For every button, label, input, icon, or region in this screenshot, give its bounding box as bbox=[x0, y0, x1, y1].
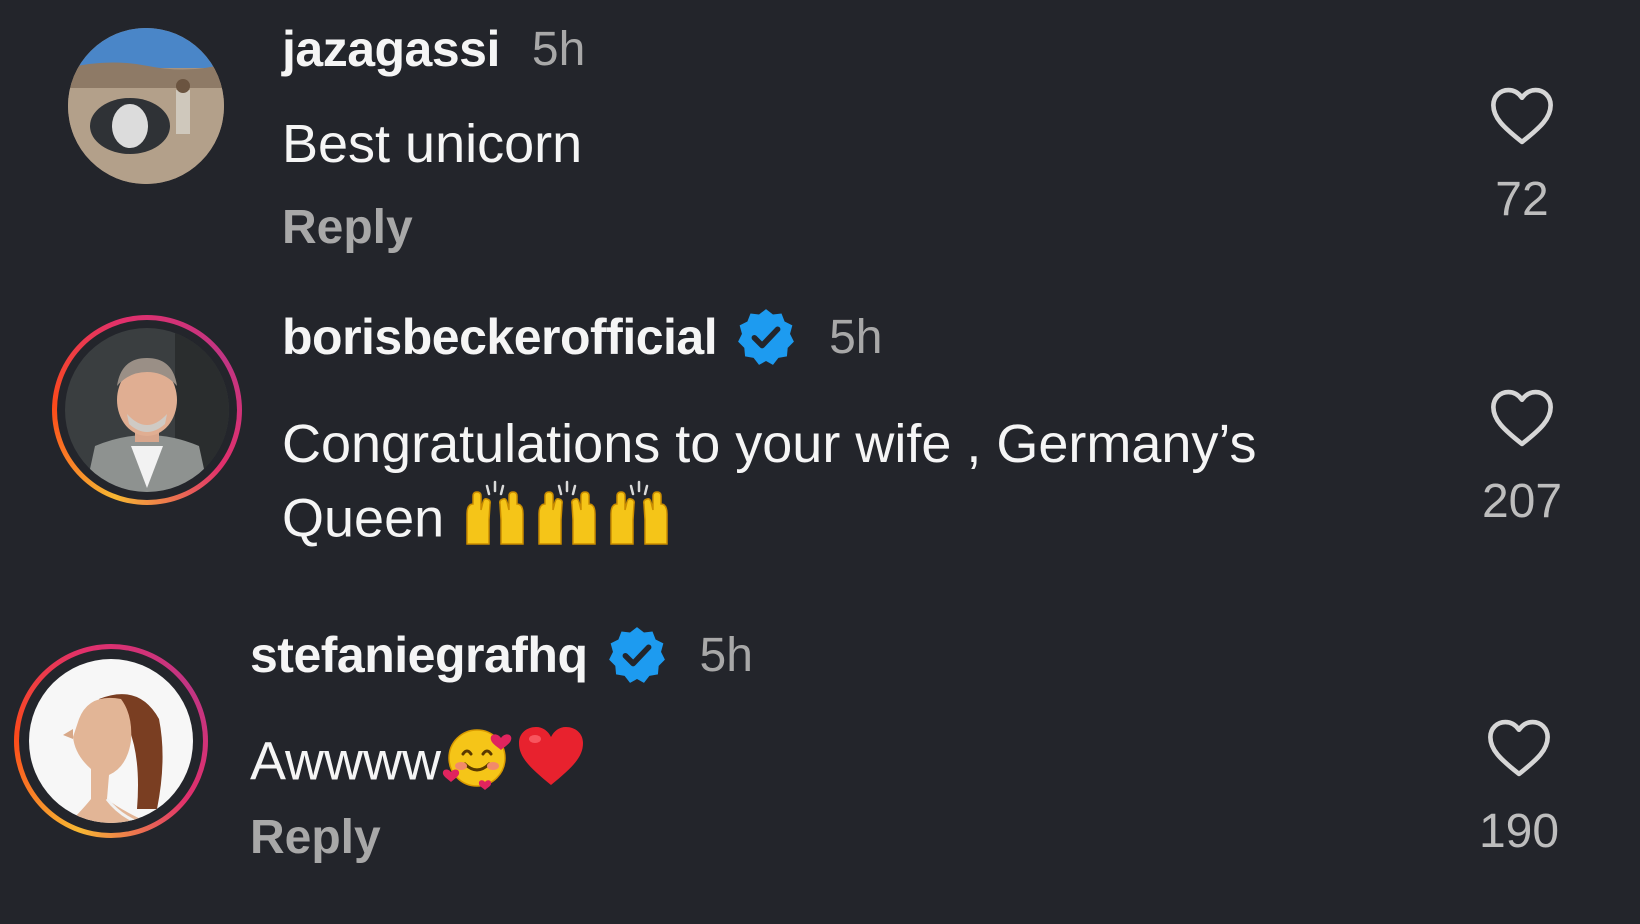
raising-hands-icon bbox=[459, 480, 531, 564]
like-area: 72 bbox=[1462, 86, 1582, 227]
comment-jazagassi: jazagassi 5h Best unicorn Reply 72 bbox=[0, 0, 1640, 280]
like-area: 207 bbox=[1462, 388, 1582, 529]
like-area: 190 bbox=[1459, 718, 1579, 859]
comment-text: Awwww bbox=[250, 722, 1390, 808]
comment-text: Congratulations to your wife , Germany’s… bbox=[282, 408, 1422, 564]
timestamp: 5h bbox=[699, 628, 753, 682]
avatar-photo bbox=[68, 28, 224, 184]
username[interactable]: stefaniegrafhq bbox=[250, 626, 588, 684]
avatar[interactable] bbox=[68, 28, 224, 184]
verified-badge-icon bbox=[608, 627, 665, 683]
like-count: 72 bbox=[1495, 173, 1549, 226]
avatar-story-ring[interactable] bbox=[14, 644, 208, 838]
avatar bbox=[29, 659, 193, 823]
username[interactable]: borisbeckerofficial bbox=[282, 308, 718, 366]
raising-hands-icon bbox=[531, 480, 603, 564]
like-count: 190 bbox=[1478, 805, 1560, 858]
comment-stefaniegrafhq: stefaniegrafhq 5h Awwww Reply 190 bbox=[0, 627, 1640, 924]
avatar-photo bbox=[29, 659, 193, 823]
red-heart-icon bbox=[515, 723, 587, 807]
heart-icon[interactable] bbox=[1486, 718, 1552, 778]
verified-badge-icon bbox=[738, 309, 795, 365]
heart-icon[interactable] bbox=[1489, 388, 1555, 448]
like-count: 207 bbox=[1481, 475, 1563, 528]
raising-hands-icon bbox=[603, 480, 675, 564]
timestamp: 5h bbox=[531, 22, 586, 76]
reply-button[interactable]: Reply bbox=[250, 810, 381, 865]
avatar-story-ring[interactable] bbox=[52, 315, 242, 505]
smiling-face-with-hearts-icon bbox=[441, 722, 515, 808]
username[interactable]: jazagassi bbox=[282, 20, 500, 78]
comments-screen: jazagassi 5h Best unicorn Reply 72 boris… bbox=[0, 0, 1640, 924]
reply-button[interactable]: Reply bbox=[282, 200, 413, 255]
timestamp: 5h bbox=[829, 310, 883, 364]
comment-text: Best unicorn bbox=[282, 114, 583, 174]
comment-borisbeckerofficial: borisbeckerofficial 5h Congratulations t… bbox=[0, 300, 1640, 600]
avatar-photo bbox=[65, 328, 229, 492]
avatar bbox=[65, 328, 229, 492]
heart-icon[interactable] bbox=[1489, 86, 1555, 146]
